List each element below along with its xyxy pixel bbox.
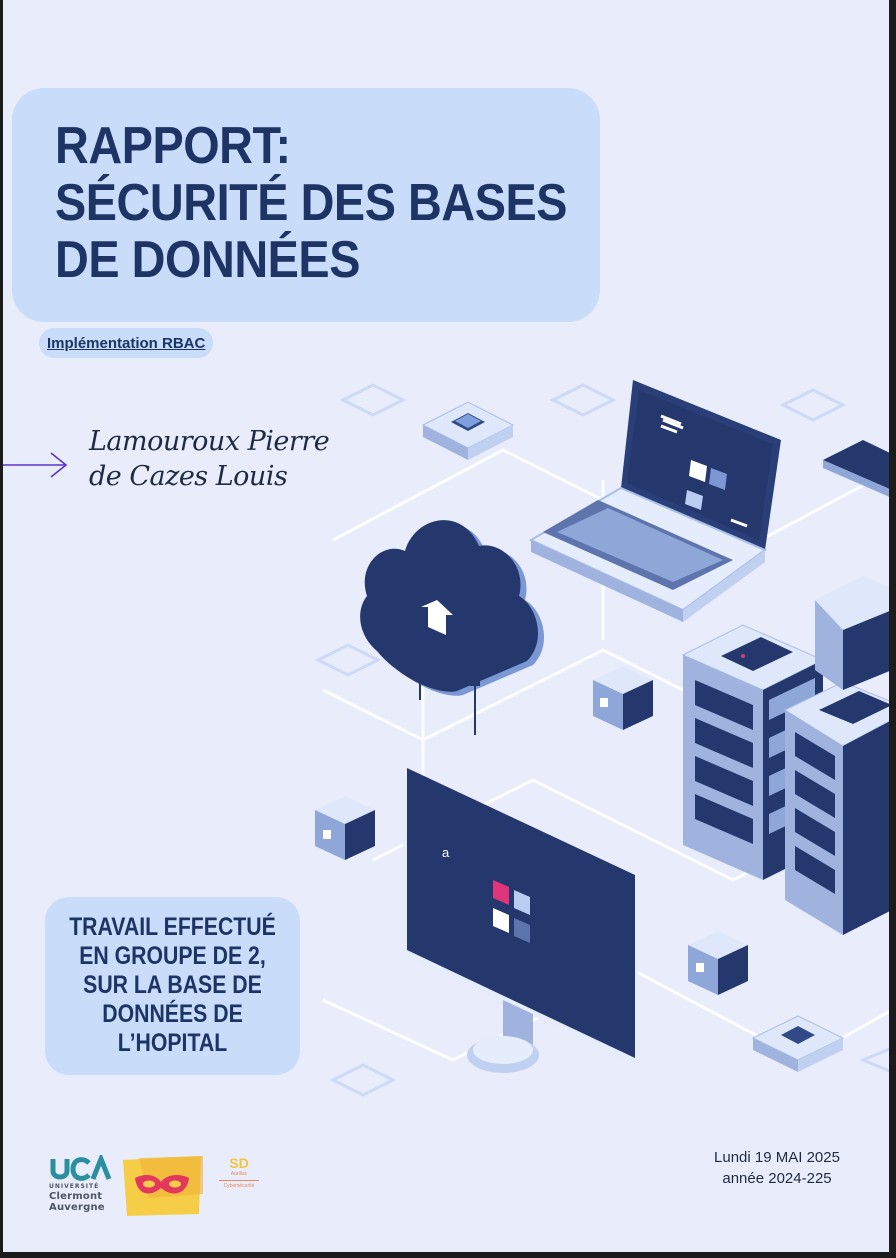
- sd-logo-title: SD: [229, 1155, 249, 1171]
- work-line: TRAVAIL EFFECTUÉ: [69, 913, 276, 941]
- cube-icon: [593, 666, 653, 730]
- uca-line: Auvergne: [49, 1202, 105, 1213]
- date-line: Lundi 19 MAI 2025: [714, 1149, 840, 1166]
- server-rack-icon: [783, 681, 889, 935]
- cube-icon: [688, 931, 748, 995]
- network-illustration: [314, 380, 889, 1097]
- work-line: SUR LA BASE DE: [83, 971, 262, 999]
- title-line: SÉCURITÉ DES BASES: [55, 174, 568, 232]
- uca-line: Clermont: [49, 1191, 103, 1202]
- window-edge: [889, 0, 896, 1258]
- academic-year: année 2024-225: [722, 1170, 832, 1187]
- uca-logo: UNIVERSITÉ Clermont Auvergne: [49, 1155, 119, 1213]
- uca-mark-icon: [50, 1155, 112, 1181]
- subtitle-pill: Implémentation RBAC: [39, 328, 214, 358]
- date-block: Lundi 19 MAI 2025 année 2024-225: [696, 1147, 858, 1189]
- router-icon: [751, 1015, 845, 1072]
- arrow-right-icon: [3, 452, 68, 478]
- report-cover: RAPPORT: SÉCURITÉ DES BASES DE DONNÉES I…: [3, 0, 889, 1252]
- report-title: RAPPORT: SÉCURITÉ DES BASES DE DONNÉES: [55, 117, 568, 289]
- sd-logo: SD Aurillac Cybersécurité: [209, 1155, 269, 1190]
- mask-logo-icon: [123, 1156, 203, 1216]
- subtitle-link[interactable]: Implémentation RBAC: [47, 335, 205, 352]
- sd-divider: [219, 1180, 259, 1181]
- title-line: DE DONNÉES: [55, 231, 360, 289]
- laptop-icon: [528, 380, 781, 622]
- work-info-text: TRAVAIL EFFECTUÉ EN GROUPE DE 2, SUR LA …: [64, 913, 281, 1058]
- title-line: RAPPORT:: [55, 117, 291, 175]
- server-rack-icon: [815, 576, 889, 690]
- work-line: L’HOPITAL: [117, 1029, 228, 1057]
- cloud-upload-icon: [360, 520, 545, 735]
- monitor-screen-text: a: [442, 845, 450, 860]
- cube-icon: [315, 796, 375, 860]
- uca-line: UNIVERSITÉ: [49, 1183, 100, 1190]
- sd-logo-line: Aurillac: [230, 1171, 248, 1177]
- work-line: EN GROUPE DE 2,: [79, 942, 266, 970]
- work-line: DONNÉES DE: [102, 1000, 243, 1028]
- sd-logo-line: Cybersécurité: [223, 1183, 255, 1189]
